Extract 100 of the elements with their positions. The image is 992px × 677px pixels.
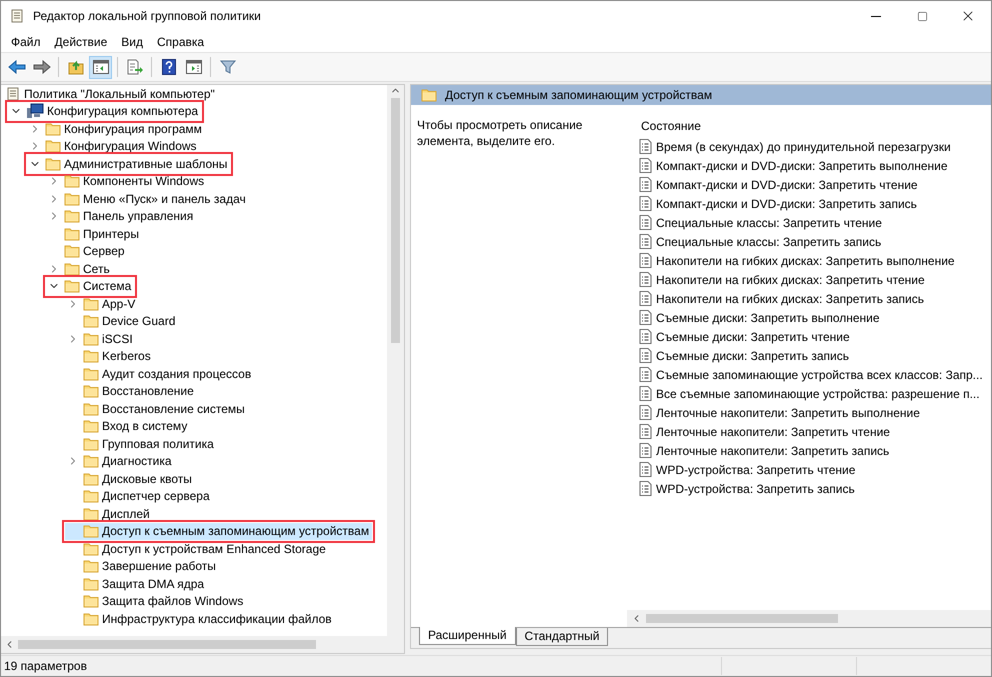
folder-icon [64, 226, 80, 241]
tree-item[interactable]: Меню «Пуск» и панель задач [46, 190, 249, 208]
column-header[interactable]: Состояние [633, 115, 701, 137]
setting-icon [639, 386, 652, 401]
tree-item[interactable]: Восстановление системы [65, 400, 248, 418]
setting-item[interactable]: Компакт-диски и DVD-диски: Запретить запись [633, 194, 920, 213]
setting-item[interactable]: Компакт-диски и DVD-диски: Запретить чтение [633, 175, 921, 194]
tree-item[interactable]: Диспетчер сервера [65, 488, 213, 505]
tree-root[interactable]: Политика "Локальный компьютер" [4, 85, 218, 102]
scroll-thumb[interactable] [391, 98, 400, 343]
setting-item[interactable]: Накопители на гибких дисках: Запретить чтение [633, 270, 928, 289]
tree-item[interactable]: Дисковые квоты [65, 470, 195, 488]
folder-icon [64, 209, 80, 224]
setting-item[interactable]: Съемные диски: Запретить чтение [633, 327, 853, 346]
back-arrow-icon [8, 60, 26, 74]
tree-item[interactable]: Компоненты Windows [46, 172, 208, 190]
tree-item[interactable]: Система [46, 278, 134, 295]
setting-item[interactable]: Накопители на гибких дисках: Запретить выполнение [633, 251, 958, 270]
setting-icon [639, 234, 652, 249]
tree-item[interactable]: Device Guard [65, 312, 178, 330]
tree-item[interactable]: Конфигурация программ [27, 120, 205, 138]
folder-icon [83, 489, 99, 504]
folder-icon [45, 122, 61, 136]
tree-item[interactable]: Административные шаблоны [27, 155, 230, 172]
view-tab[interactable]: Расширенный [419, 627, 516, 645]
folder-icon [64, 262, 80, 276]
tree-item[interactable]: Доступ к устройствам Enhanced Storage [65, 540, 329, 558]
window-title: Редактор локальной групповой политики [33, 9, 262, 23]
setting-item[interactable]: WPD-устройства: Запретить запись [633, 479, 858, 498]
tree-item[interactable]: Kerberos [65, 348, 154, 365]
setting-icon [639, 291, 652, 306]
folder-icon [83, 506, 99, 521]
tree-item[interactable]: Сервер [46, 242, 128, 260]
setting-item[interactable]: Ленточные накопители: Запретить выполнение [633, 403, 923, 422]
horizontal-scrollbar[interactable] [627, 610, 991, 627]
toolbar-button[interactable] [89, 56, 112, 78]
setting-icon [639, 443, 652, 458]
horizontal-scrollbar[interactable] [1, 636, 404, 653]
setting-item[interactable]: Накопители на гибких дисках: Запретить запись [633, 289, 927, 308]
help-icon [162, 59, 176, 75]
folder-icon [64, 279, 80, 294]
folder-icon [64, 174, 80, 188]
vertical-scrollbar[interactable] [387, 85, 404, 636]
tree-item[interactable]: App-V [65, 295, 138, 312]
folder-icon [83, 472, 99, 486]
tree-item[interactable]: Диагностика [65, 452, 175, 470]
tree-item[interactable]: Принтеры [46, 225, 142, 242]
setting-icon [639, 462, 652, 477]
setting-item[interactable]: Специальные классы: Запретить запись [633, 232, 884, 251]
tree-item[interactable]: Защита файлов Windows [65, 592, 246, 610]
tree-item[interactable]: iSCSI [65, 330, 136, 348]
description-text: Чтобы просмотреть описание элемента, выделите его. [416, 117, 584, 150]
setting-icon [639, 367, 652, 382]
folder-icon [83, 419, 99, 434]
view-tab[interactable]: Стандартный [516, 628, 608, 646]
folder-icon [83, 612, 99, 626]
tree-item[interactable]: Защита DMA ядра [65, 575, 208, 592]
tree-item[interactable]: Групповая политика [65, 435, 217, 452]
setting-icon [639, 177, 652, 192]
folder-icon [83, 332, 99, 346]
pane-header: Доступ к съемным запоминающим устройствам [445, 88, 712, 102]
forward-arrow-icon [32, 60, 50, 74]
setting-item[interactable]: Съемные диски: Запретить выполнение [633, 308, 883, 327]
setting-icon [639, 405, 652, 420]
setting-item[interactable]: Специальные классы: Запретить чтение [633, 213, 885, 232]
setting-item[interactable]: Съемные запоминающие устройства всех классов: Запр... [633, 365, 986, 384]
tree-item[interactable]: Конфигурация компьютера [8, 102, 202, 120]
export-list-icon [126, 59, 143, 75]
pane-icon [186, 60, 202, 74]
tree-item[interactable]: Аудит создания процессов [65, 365, 254, 382]
menu-item[interactable]: Справка [151, 32, 210, 50]
tree-item[interactable]: Инфраструктура классификации файлов [65, 610, 335, 628]
tree-item[interactable]: Завершение работы [65, 558, 219, 575]
folder-icon [64, 192, 80, 206]
tree-item[interactable]: Доступ к съемным запоминающим устройствам [65, 522, 372, 540]
tree-item[interactable]: Дисплей [65, 505, 153, 522]
setting-item[interactable]: Время (в секундах) до принудительной перезагрузки [633, 137, 954, 156]
setting-item[interactable]: WPD-устройства: Запретить чтение [633, 460, 858, 479]
setting-icon [639, 139, 652, 154]
tree-item[interactable]: Конфигурация Windows [27, 138, 200, 155]
tree-item[interactable]: Вход в систему [65, 418, 190, 435]
tree-item[interactable]: Панель управления [46, 208, 196, 225]
menu-item[interactable]: Файл [5, 32, 47, 50]
setting-item[interactable]: Съемные диски: Запретить запись [633, 346, 852, 365]
menu-item[interactable]: Действие [48, 32, 114, 50]
tree-item[interactable]: Восстановление [65, 382, 197, 400]
folder-icon [45, 156, 61, 171]
setting-item[interactable]: Ленточные накопители: Запретить чтение [633, 422, 893, 441]
folder-icon [83, 296, 99, 311]
folder-icon [83, 314, 99, 328]
setting-item[interactable]: Ленточные накопители: Запретить запись [633, 441, 892, 460]
scroll-thumb[interactable] [646, 614, 838, 623]
setting-icon [639, 158, 652, 173]
menu-item[interactable]: Вид [115, 32, 149, 50]
setting-item[interactable]: Компакт-диски и DVD-диски: Запретить выполнение [633, 156, 951, 175]
folder-icon [83, 542, 99, 556]
tree-item[interactable]: Сеть [46, 260, 113, 278]
scroll-thumb[interactable] [18, 640, 316, 649]
setting-item[interactable]: Все съемные запоминающие устройства: разрешение п... [633, 384, 983, 403]
filter-icon [220, 59, 236, 75]
